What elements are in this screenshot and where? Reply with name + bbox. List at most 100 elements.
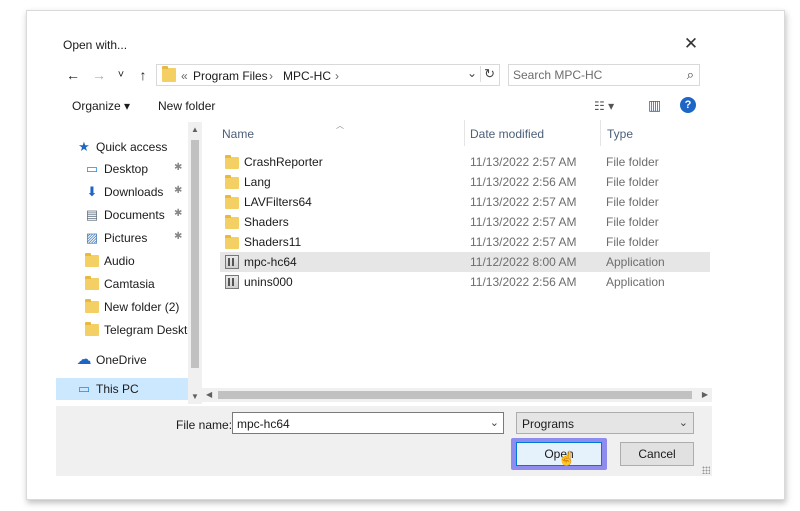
sidebar-item-label: OneDrive bbox=[96, 353, 147, 367]
scroll-up-icon[interactable]: ▲ bbox=[188, 125, 202, 134]
chevron-down-icon: ⌄ bbox=[678, 417, 688, 429]
sidebar-item-label: Camtasia bbox=[104, 277, 155, 291]
file-name: mpc-hc64 bbox=[244, 255, 297, 269]
scrollbar-thumb[interactable] bbox=[191, 140, 199, 368]
sidebar-item-label: This PC bbox=[96, 382, 139, 396]
folder-icon bbox=[225, 235, 241, 249]
folder-icon bbox=[225, 155, 241, 169]
scrollbar-thumb[interactable] bbox=[218, 391, 692, 399]
file-name: LAVFilters64 bbox=[244, 195, 312, 209]
file-date: 11/13/2022 2:56 AM bbox=[470, 275, 577, 289]
folder-icon bbox=[84, 299, 100, 315]
sidebar-item-label: Pictures bbox=[104, 231, 148, 245]
help-icon[interactable]: ? bbox=[680, 97, 696, 113]
file-type: Application bbox=[606, 255, 665, 269]
recent-locations-icon[interactable]: ˅ bbox=[112, 66, 130, 84]
breadcrumb-separator: › bbox=[335, 69, 339, 83]
scroll-left-icon[interactable]: ◀ bbox=[206, 388, 212, 402]
file-row-shaders[interactable]: Shaders 11/13/2022 2:57 AM File folder bbox=[220, 212, 710, 232]
file-row-unins000[interactable]: unins000 11/13/2022 2:56 AM Application bbox=[220, 272, 710, 292]
folder-icon bbox=[225, 195, 241, 209]
forward-arrow-icon[interactable]: → bbox=[90, 66, 108, 84]
file-date: 11/12/2022 8:00 AM bbox=[470, 255, 577, 269]
file-row-shaders11[interactable]: Shaders11 11/13/2022 2:57 AM File folder bbox=[220, 232, 710, 252]
folder-icon bbox=[162, 66, 176, 82]
file-list-scrollbar[interactable]: ◀ ▶ bbox=[202, 388, 712, 402]
sidebar-item-onedrive[interactable]: ☁ OneDrive bbox=[56, 349, 188, 371]
chevron-down-icon[interactable]: ⌄ bbox=[490, 416, 499, 429]
file-row-crashreporter[interactable]: CrashReporter 11/13/2022 2:57 AM File fo… bbox=[220, 152, 710, 172]
sidebar-item-desktop[interactable]: ▭ Desktop ✱ bbox=[56, 158, 188, 180]
file-name-combobox[interactable]: ⌄ bbox=[232, 412, 504, 434]
sidebar-item-this-pc[interactable]: ▭ This PC bbox=[56, 378, 188, 400]
up-arrow-icon[interactable]: ↑ bbox=[134, 66, 152, 84]
file-name: unins000 bbox=[244, 275, 293, 289]
file-type: File folder bbox=[606, 195, 659, 209]
sidebar-item-audio[interactable]: Audio bbox=[56, 250, 188, 272]
open-with-dialog: Open with... ✕ ← → ˅ ↑ « Program Files ›… bbox=[56, 28, 712, 476]
file-row-lavfilters64[interactable]: LAVFilters64 11/13/2022 2:57 AM File fol… bbox=[220, 192, 710, 212]
file-date: 11/13/2022 2:57 AM bbox=[470, 155, 577, 169]
sidebar-item-downloads[interactable]: ⬇ Downloads ✱ bbox=[56, 181, 188, 203]
download-icon: ⬇ bbox=[86, 184, 98, 199]
search-input[interactable] bbox=[513, 67, 673, 83]
address-dropdown-icon[interactable]: ⌄ bbox=[467, 66, 477, 80]
file-name-label: File name: bbox=[176, 418, 233, 432]
view-options-icon[interactable]: ☷ ▾ bbox=[594, 99, 614, 113]
breadcrumb-overflow[interactable]: « bbox=[181, 69, 188, 83]
file-type-value: Programs bbox=[522, 417, 575, 431]
file-row-mpc-hc64[interactable]: mpc-hc64 11/12/2022 8:00 AM Application bbox=[220, 252, 710, 272]
sidebar-item-documents[interactable]: ▤ Documents ✱ bbox=[56, 204, 188, 226]
close-icon[interactable]: ✕ bbox=[676, 32, 706, 56]
pin-icon: ✱ bbox=[174, 208, 183, 219]
pin-icon: ✱ bbox=[174, 185, 183, 196]
address-bar[interactable]: « Program Files › MPC-HC › ⌄ ↻ bbox=[156, 64, 500, 86]
mouse-cursor-icon: ☝ bbox=[558, 450, 576, 466]
sidebar-item-new-folder-2[interactable]: New folder (2) bbox=[56, 296, 188, 318]
sidebar-item-camtasia[interactable]: Camtasia bbox=[56, 273, 188, 295]
sidebar-item-label: Desktop bbox=[104, 162, 149, 176]
column-divider[interactable] bbox=[464, 120, 465, 146]
pin-icon: ✱ bbox=[174, 162, 183, 173]
file-type: File folder bbox=[606, 235, 659, 249]
sidebar-item-telegram-desktop[interactable]: Telegram Deskto bbox=[56, 319, 194, 341]
computer-icon: ▭ bbox=[77, 381, 91, 396]
file-row-lang[interactable]: Lang 11/13/2022 2:56 AM File folder bbox=[220, 172, 710, 192]
search-icon[interactable]: ⌕ bbox=[687, 67, 694, 83]
file-name-input[interactable] bbox=[237, 416, 477, 431]
sidebar-item-label: Downloads bbox=[104, 185, 164, 199]
breadcrumb-program-files[interactable]: Program Files bbox=[193, 69, 268, 83]
nav-pane-scrollbar[interactable]: ▲ ▼ bbox=[188, 122, 202, 404]
folder-icon bbox=[84, 322, 100, 338]
column-divider[interactable] bbox=[600, 120, 601, 146]
new-folder-button[interactable]: New folder bbox=[158, 99, 215, 113]
breadcrumb-separator: › bbox=[269, 69, 273, 83]
scroll-right-icon[interactable]: ▶ bbox=[702, 388, 708, 402]
column-header-name[interactable]: Name bbox=[222, 127, 254, 141]
organize-menu[interactable]: Organize ▾ bbox=[72, 99, 130, 113]
file-name: CrashReporter bbox=[244, 155, 323, 169]
picture-icon: ▨ bbox=[85, 230, 99, 245]
back-arrow-icon[interactable]: ← bbox=[64, 66, 82, 84]
sidebar-item-pictures[interactable]: ▨ Pictures ✱ bbox=[56, 227, 188, 249]
column-header-date-modified[interactable]: Date modified bbox=[470, 127, 544, 141]
search-box[interactable]: ⌕ bbox=[508, 64, 700, 86]
resize-grip[interactable] bbox=[702, 466, 710, 474]
file-name: Lang bbox=[244, 175, 271, 189]
file-type: Application bbox=[606, 275, 665, 289]
column-header-type[interactable]: Type bbox=[607, 127, 633, 141]
cancel-button[interactable]: Cancel bbox=[620, 442, 694, 466]
file-type-select[interactable]: Programs ⌄ bbox=[516, 412, 694, 434]
breadcrumb-mpc-hc[interactable]: MPC-HC bbox=[283, 69, 331, 83]
scroll-down-icon[interactable]: ▼ bbox=[188, 392, 202, 401]
file-date: 11/13/2022 2:57 AM bbox=[470, 215, 577, 229]
file-date: 11/13/2022 2:57 AM bbox=[470, 195, 577, 209]
sort-caret-icon: ︿ bbox=[336, 121, 344, 130]
refresh-icon[interactable]: ↻ bbox=[480, 66, 495, 82]
file-type: File folder bbox=[606, 215, 659, 229]
navigation-pane: ★ Quick access ▭ Desktop ✱ ⬇ Downloads ✱… bbox=[56, 120, 202, 402]
sidebar-item-quick-access[interactable]: ★ Quick access bbox=[56, 136, 188, 158]
preview-pane-icon[interactable]: ▥ bbox=[648, 97, 661, 114]
sidebar-item-label: Quick access bbox=[96, 140, 168, 154]
cloud-icon: ☁ bbox=[76, 351, 92, 368]
